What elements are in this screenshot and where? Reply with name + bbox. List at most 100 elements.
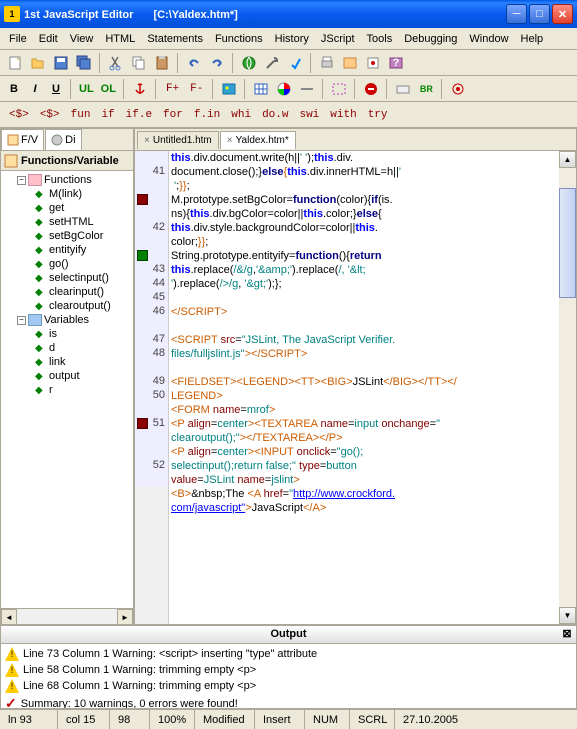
menu-jscript[interactable]: JScript [316, 31, 360, 47]
maximize-button[interactable]: □ [529, 4, 550, 24]
scroll-down-button[interactable]: ▼ [559, 607, 576, 624]
underline-button[interactable]: U [46, 83, 66, 95]
ul-button[interactable]: UL [76, 83, 97, 95]
menu-statements[interactable]: Statements [142, 31, 208, 47]
tab-directory[interactable]: Di [45, 129, 81, 150]
tree-fn-selectinput[interactable]: ◆ selectinput() [3, 271, 131, 285]
menu-help[interactable]: Help [516, 31, 549, 47]
menu-edit[interactable]: Edit [34, 31, 63, 47]
form-button[interactable] [392, 78, 414, 100]
breakpoint-icon[interactable] [137, 250, 148, 261]
tree-fn-entityify[interactable]: ◆ entityify [3, 243, 131, 257]
undo-button[interactable] [183, 52, 205, 74]
tree-fn-setBgColor[interactable]: ◆ setBgColor [3, 229, 131, 243]
scroll-right-button[interactable]: ► [117, 609, 133, 625]
menu-functions[interactable]: Functions [210, 31, 268, 47]
snippet-with[interactable]: with [325, 106, 361, 124]
table-button[interactable] [250, 78, 272, 100]
color-button[interactable] [273, 78, 295, 100]
tab-functions-variables[interactable]: F/V [1, 129, 44, 150]
vertical-scrollbar[interactable]: ▲ ▼ [559, 151, 576, 624]
print-button[interactable] [316, 52, 338, 74]
browser-button[interactable] [238, 52, 260, 74]
snippet-ife[interactable]: if.e [121, 106, 157, 124]
tree-view[interactable]: − Functions◆ M(link)◆ get◆ setHTML◆ setB… [1, 171, 133, 608]
copy-button[interactable] [128, 52, 150, 74]
minimize-button[interactable]: ─ [506, 4, 527, 24]
scroll-up-button[interactable]: ▲ [559, 151, 576, 168]
help-button[interactable]: ? [385, 52, 407, 74]
snippet-whi[interactable]: whi [226, 106, 256, 124]
scroll-thumb[interactable] [559, 188, 576, 298]
stop-button[interactable] [360, 78, 382, 100]
menu-view[interactable]: View [65, 31, 99, 47]
scroll-left-button[interactable]: ◄ [1, 609, 17, 625]
font-decrease-button[interactable]: F- [185, 80, 208, 98]
tree-var-is[interactable]: ◆ is [3, 327, 131, 341]
debug-button[interactable] [284, 52, 306, 74]
tree-var-d[interactable]: ◆ d [3, 341, 131, 355]
hr-button[interactable] [296, 78, 318, 100]
snippet-try[interactable]: try [363, 106, 393, 124]
tree-fn-clearinput[interactable]: ◆ clearinput() [3, 285, 131, 299]
save-all-button[interactable] [73, 52, 95, 74]
open-file-button[interactable] [27, 52, 49, 74]
tree-fn-Mlink[interactable]: ◆ M(link) [3, 187, 131, 201]
redo-button[interactable] [206, 52, 228, 74]
snippet-dow[interactable]: do.w [257, 106, 293, 124]
output-line[interactable]: ✓Summary: 10 warnings, 0 errors were fou… [3, 694, 574, 708]
tree-fn-clearoutput[interactable]: ◆ clearoutput() [3, 299, 131, 313]
scroll-track[interactable] [17, 609, 117, 624]
tree-var-output[interactable]: ◆ output [3, 369, 131, 383]
close-button[interactable]: ✕ [552, 4, 573, 24]
file-tab[interactable]: × Yaldex.htm* [220, 131, 296, 149]
snippet-fun[interactable]: fun [66, 106, 96, 124]
code-editor[interactable]: this.div.document.write(h||' ');this.div… [169, 151, 559, 624]
settings-button[interactable] [339, 52, 361, 74]
cut-button[interactable] [105, 52, 127, 74]
breakpoint-icon[interactable] [137, 194, 148, 205]
target-button[interactable] [447, 78, 469, 100]
tree-var-link[interactable]: ◆ link [3, 355, 131, 369]
output-line[interactable]: !Line 73 Column 1 Warning: <script> inse… [3, 646, 574, 662]
menu-tools[interactable]: Tools [362, 31, 398, 47]
tools-button[interactable] [261, 52, 283, 74]
tree-variables[interactable]: − Variables [3, 313, 131, 327]
output-close-button[interactable]: ⊠ [560, 627, 574, 641]
tree-var-r[interactable]: ◆ r [3, 383, 131, 397]
output-line[interactable]: !Line 68 Column 1 Warning: trimming empt… [3, 678, 574, 694]
bold-button[interactable]: B [4, 83, 24, 95]
anchor-button[interactable] [129, 78, 151, 100]
tab-close-icon[interactable]: × [227, 135, 233, 146]
snippet-for[interactable]: for [158, 106, 188, 124]
tree-fn-go[interactable]: ◆ go() [3, 257, 131, 271]
menu-history[interactable]: History [270, 31, 314, 47]
bookmark-button[interactable] [362, 52, 384, 74]
paste-button[interactable] [151, 52, 173, 74]
save-button[interactable] [50, 52, 72, 74]
tree-fn-get[interactable]: ◆ get [3, 201, 131, 215]
tree-fn-setHTML[interactable]: ◆ setHTML [3, 215, 131, 229]
font-increase-button[interactable]: F+ [161, 80, 184, 98]
snippet-swi[interactable]: swi [294, 106, 324, 124]
menu-html[interactable]: HTML [100, 31, 140, 47]
italic-button[interactable]: I [25, 83, 45, 95]
menu-window[interactable]: Window [464, 31, 513, 47]
line-gutter[interactable]: 414243444546474849505152 [135, 151, 169, 624]
snippet-[interactable]: <$> [4, 106, 34, 124]
image-button[interactable] [218, 78, 240, 100]
breakpoint-icon[interactable] [137, 418, 148, 429]
br-button[interactable]: BR [415, 78, 437, 100]
snippet-if[interactable]: if [96, 106, 119, 124]
snippet-fin[interactable]: f.in [189, 106, 225, 124]
snippet-[interactable]: <$> [35, 106, 65, 124]
ol-button[interactable]: OL [98, 83, 119, 95]
file-tab[interactable]: × Untitled1.htm [137, 131, 219, 149]
new-file-button[interactable] [4, 52, 26, 74]
tree-functions[interactable]: − Functions [3, 173, 131, 187]
marquee-button[interactable] [328, 78, 350, 100]
menu-file[interactable]: File [4, 31, 32, 47]
tab-close-icon[interactable]: × [144, 135, 150, 146]
menu-debugging[interactable]: Debugging [399, 31, 462, 47]
output-line[interactable]: !Line 58 Column 1 Warning: trimming empt… [3, 662, 574, 678]
